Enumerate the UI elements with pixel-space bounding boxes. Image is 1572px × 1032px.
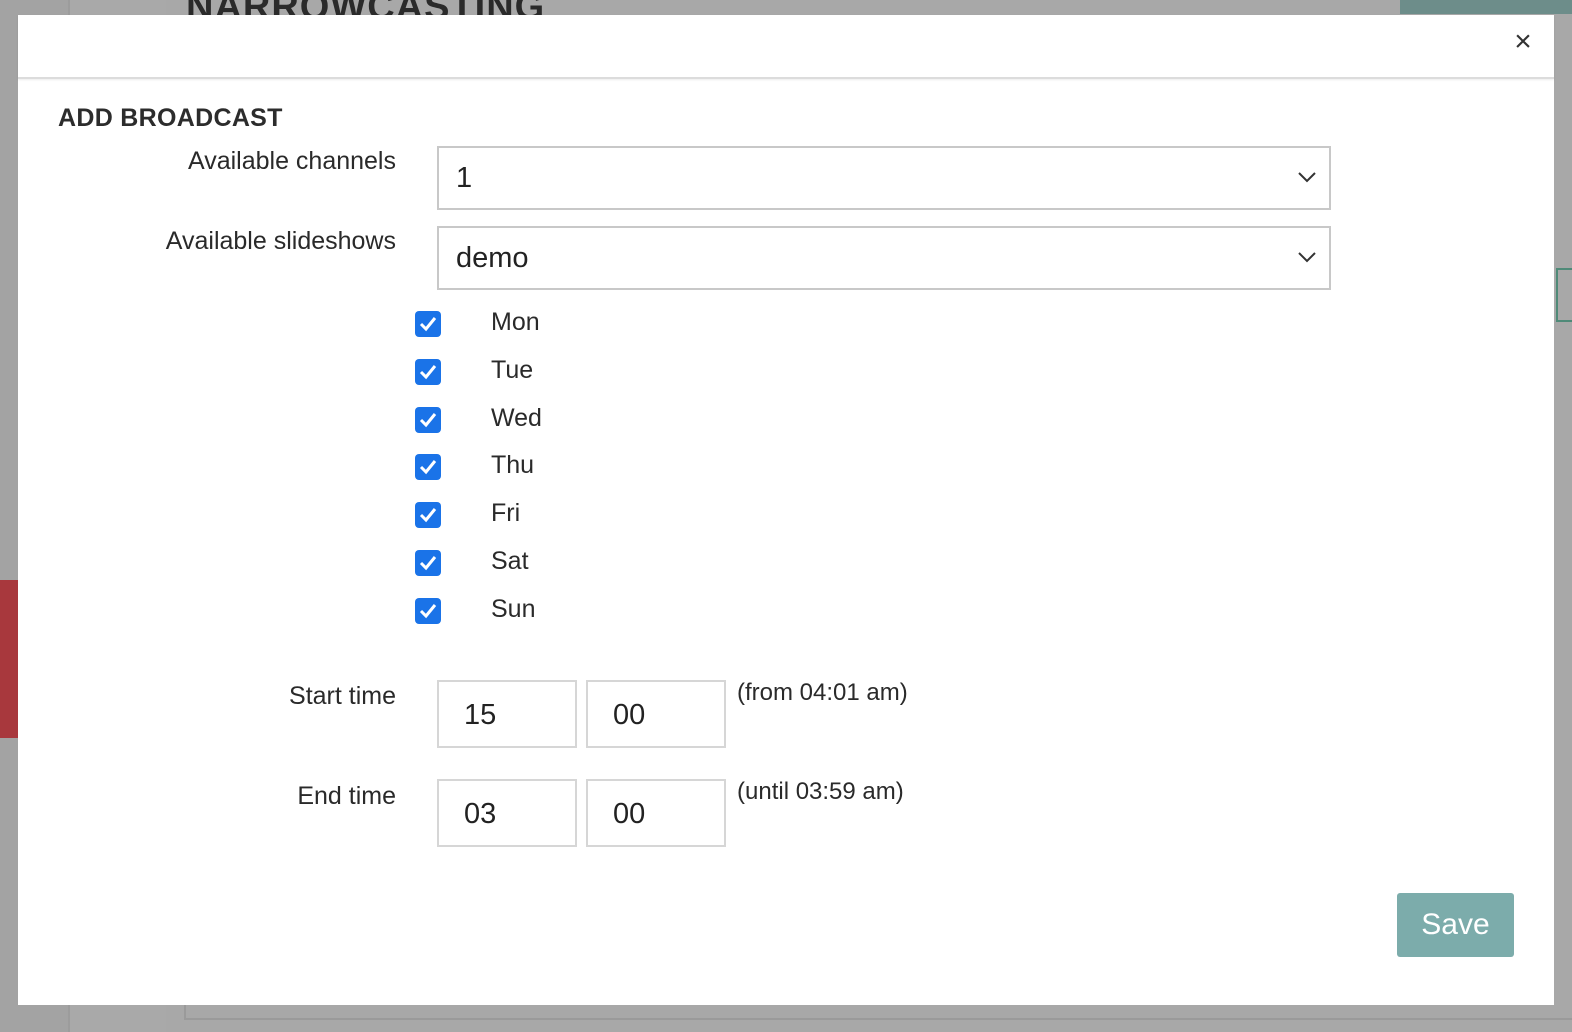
checkbox-tue[interactable] xyxy=(415,359,441,385)
checkmark-icon xyxy=(419,604,437,619)
channels-select[interactable]: 1 xyxy=(437,146,1331,210)
checkbox-wed[interactable] xyxy=(415,407,441,433)
checkmark-icon xyxy=(419,460,437,475)
day-label-thu: Thu xyxy=(491,451,535,479)
slideshows-select[interactable]: demo xyxy=(437,226,1331,290)
start-time-hint: (from 04:01 am) xyxy=(737,679,908,706)
chevron-down-icon xyxy=(1298,172,1316,183)
checkmark-icon xyxy=(419,508,437,523)
end-minutes-input[interactable]: 00 xyxy=(586,779,726,847)
day-label-fri: Fri xyxy=(491,499,521,527)
modal-header: × xyxy=(18,15,1554,79)
save-button[interactable]: Save xyxy=(1397,893,1514,957)
checkmark-icon xyxy=(419,317,437,332)
start-minutes-input[interactable]: 00 xyxy=(586,680,726,748)
close-button[interactable]: × xyxy=(1508,25,1538,59)
checkmark-icon xyxy=(419,413,437,428)
background-action-button xyxy=(1400,0,1572,14)
start-hours-value: 15 xyxy=(464,699,497,731)
chevron-down-icon xyxy=(1298,252,1316,263)
channels-label: Available channels xyxy=(187,147,396,175)
start-minutes-value: 00 xyxy=(613,699,646,731)
start-hours-input[interactable]: 15 xyxy=(437,680,577,748)
checkbox-sun[interactable] xyxy=(415,598,441,624)
channels-select-value: 1 xyxy=(456,162,473,194)
checkbox-mon[interactable] xyxy=(415,311,441,337)
background-red-strip xyxy=(0,580,18,738)
slideshows-select-value: demo xyxy=(456,242,529,274)
background-green-row xyxy=(1556,268,1572,322)
day-label-sun: Sun xyxy=(491,595,536,623)
add-broadcast-modal: × ADD BROADCAST Available channels 1 Ava… xyxy=(18,15,1554,1005)
start-time-label: Start time xyxy=(289,682,396,710)
slideshows-label: Available slideshows xyxy=(165,227,396,255)
day-label-sat: Sat xyxy=(491,547,529,575)
day-label-wed: Wed xyxy=(491,404,542,432)
checkmark-icon xyxy=(419,365,437,380)
end-hours-input[interactable]: 03 xyxy=(437,779,577,847)
day-label-mon: Mon xyxy=(491,308,540,336)
checkbox-thu[interactable] xyxy=(415,454,441,480)
day-label-tue: Tue xyxy=(491,356,534,384)
end-time-hint: (until 03:59 am) xyxy=(737,778,904,805)
checkmark-icon xyxy=(419,556,437,571)
checkbox-fri[interactable] xyxy=(415,502,441,528)
close-icon: × xyxy=(1514,25,1532,58)
end-hours-value: 03 xyxy=(464,798,497,830)
end-time-label: End time xyxy=(297,782,396,810)
end-minutes-value: 00 xyxy=(613,798,646,830)
modal-title: ADD BROADCAST xyxy=(58,104,283,132)
checkbox-sat[interactable] xyxy=(415,550,441,576)
